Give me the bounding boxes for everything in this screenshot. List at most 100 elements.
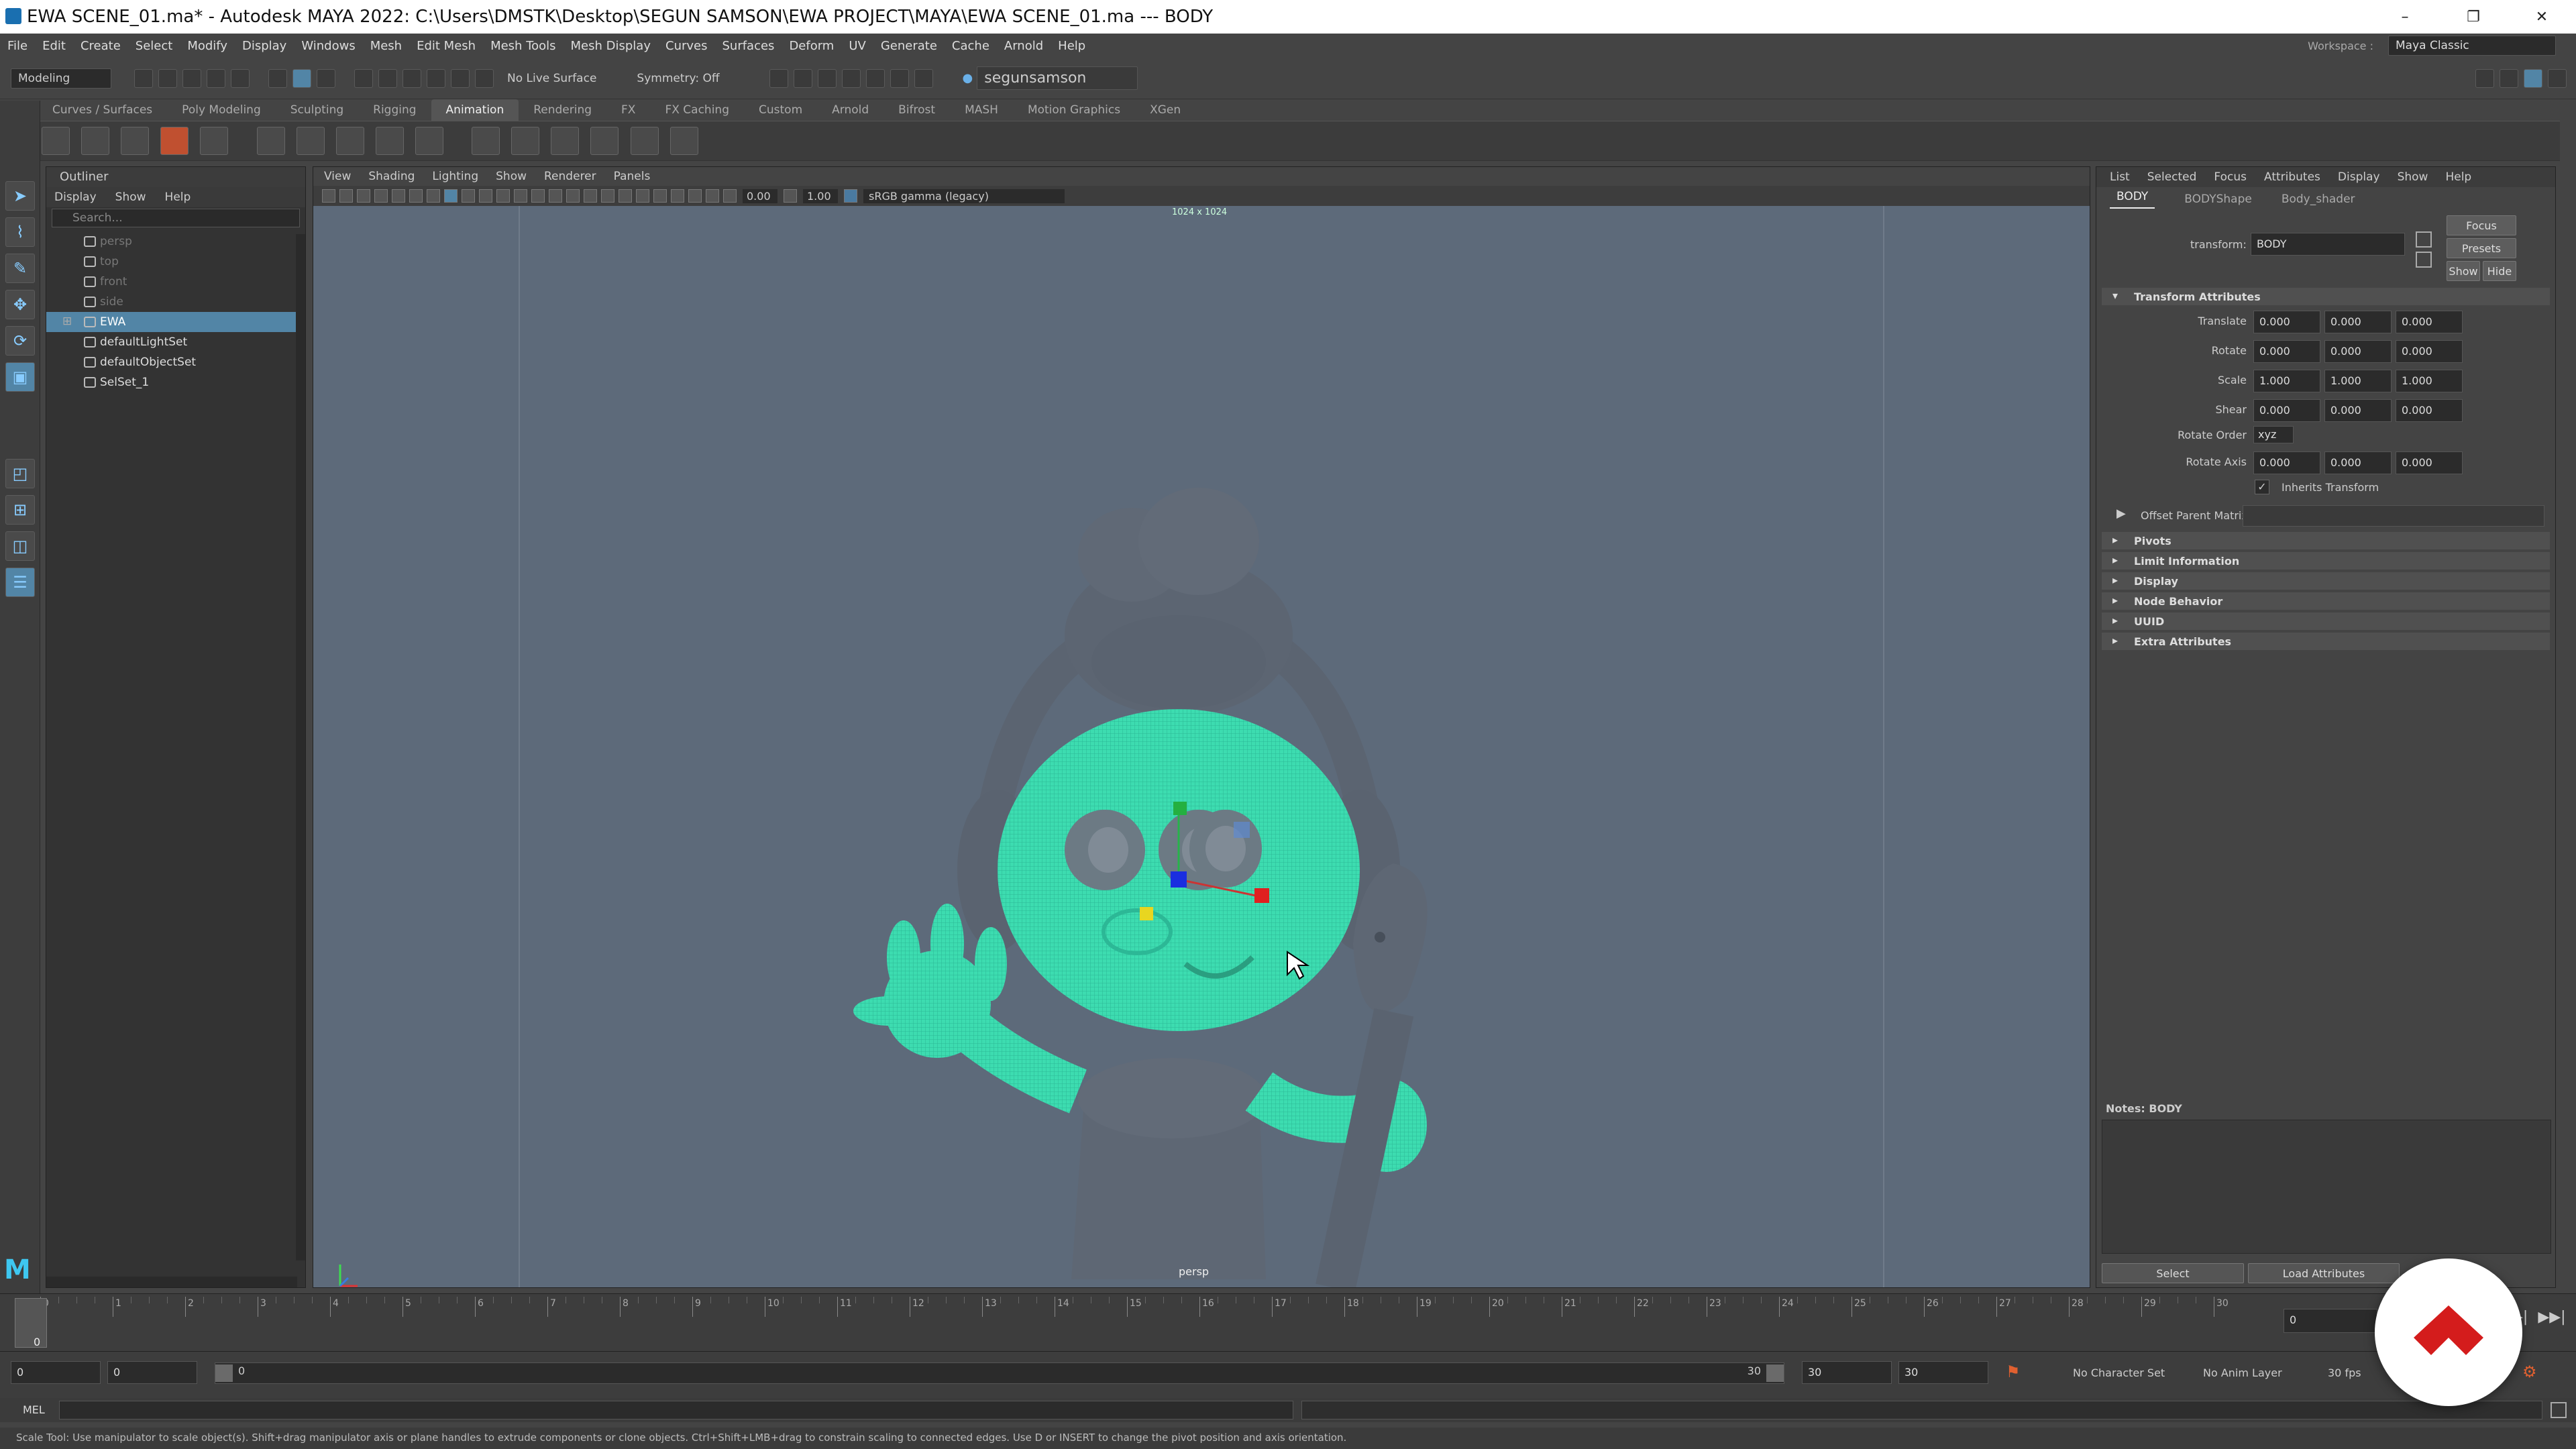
translate-y-field[interactable]: 0.000 bbox=[2324, 311, 2392, 333]
rotate-axis-z-field[interactable]: 0.000 bbox=[2396, 451, 2463, 474]
attr-tab-bodyshape[interactable]: BODYShape bbox=[2184, 193, 2252, 206]
rotate-order-dropdown[interactable]: xyz bbox=[2253, 426, 2294, 443]
new-scene-icon[interactable] bbox=[134, 68, 153, 88]
shelf-editor-icon[interactable] bbox=[42, 127, 70, 155]
menu-surfaces[interactable]: Surfaces bbox=[722, 39, 774, 53]
auto-key-icon[interactable]: ⚑ bbox=[2006, 1362, 2021, 1381]
outliner-item[interactable]: persp bbox=[46, 231, 305, 252]
joint-tool-icon[interactable] bbox=[256, 127, 285, 155]
menu-generate[interactable]: Generate bbox=[881, 39, 937, 53]
shelf-tab-sculpting[interactable]: Sculpting bbox=[276, 99, 358, 121]
rotate-y-field[interactable]: 0.000 bbox=[2324, 340, 2392, 363]
current-time-indicator[interactable] bbox=[15, 1298, 47, 1348]
viewport-menu-show[interactable]: Show bbox=[496, 170, 527, 183]
go-end-icon[interactable]: ▶▶| bbox=[2538, 1309, 2565, 1326]
menu-help[interactable]: Help bbox=[1058, 39, 1085, 53]
ambient-occlusion-icon[interactable] bbox=[619, 189, 632, 203]
lights-icon[interactable] bbox=[584, 189, 597, 203]
menu-cache[interactable]: Cache bbox=[952, 39, 989, 53]
shelf-tab-mash[interactable]: MASH bbox=[950, 99, 1013, 121]
paint-weights-icon[interactable] bbox=[375, 127, 404, 155]
snap-grid-icon[interactable] bbox=[354, 68, 373, 88]
transform-attributes-section[interactable]: Transform Attributes bbox=[2102, 288, 2550, 305]
shelf-tab-rigging[interactable]: Rigging bbox=[358, 99, 431, 121]
user-account-dropdown[interactable]: segunsamson bbox=[977, 66, 1138, 90]
shelf-tab-curves-surfaces[interactable]: Curves / Surfaces bbox=[38, 99, 167, 121]
render-frame-icon[interactable] bbox=[793, 68, 812, 88]
film-gate-icon[interactable] bbox=[427, 189, 440, 203]
redo-icon[interactable] bbox=[231, 68, 250, 88]
symmetry-dropdown[interactable]: Symmetry: Off bbox=[637, 72, 719, 85]
outliner-menu-show[interactable]: Show bbox=[115, 191, 146, 204]
snap-surface-icon[interactable] bbox=[451, 68, 470, 88]
viewport-panel[interactable]: View Shading Lighting Show Renderer Panels 0.… bbox=[313, 166, 2090, 1288]
translate-x-field[interactable]: 0.000 bbox=[2253, 311, 2320, 333]
end-time-field[interactable]: 30 bbox=[1802, 1361, 1892, 1384]
anim-layer-dropdown[interactable]: No Anim Layer bbox=[2203, 1366, 2282, 1379]
menu-arnold[interactable]: Arnold bbox=[1004, 39, 1043, 53]
attr-section-display[interactable]: Display bbox=[2102, 572, 2550, 590]
exposure-field[interactable]: 0.00 bbox=[743, 189, 777, 203]
expand-toggle-icon[interactable]: ⊞ bbox=[62, 315, 72, 328]
grease-pencil-icon[interactable] bbox=[392, 189, 405, 203]
isolate-select-icon[interactable] bbox=[671, 189, 684, 203]
scale-tool-icon[interactable]: ▣ bbox=[5, 362, 35, 392]
outliner-scrollbar[interactable] bbox=[296, 234, 305, 1260]
range-start-handle[interactable] bbox=[215, 1364, 233, 1382]
grid-icon[interactable] bbox=[409, 189, 423, 203]
focus-node-icon[interactable] bbox=[2416, 231, 2432, 248]
tool-settings-icon[interactable] bbox=[2548, 68, 2567, 88]
two-view-icon[interactable]: ◫ bbox=[5, 531, 35, 561]
shelf-tab-fx-caching[interactable]: FX Caching bbox=[650, 99, 744, 121]
constraint-point-icon[interactable] bbox=[511, 127, 540, 155]
exposure-icon[interactable] bbox=[723, 189, 737, 203]
shelf-tab-custom[interactable]: Custom bbox=[744, 99, 817, 121]
wireframe-on-shaded-icon[interactable] bbox=[549, 189, 562, 203]
camera-attributes-icon[interactable] bbox=[322, 189, 335, 203]
arnold-render-icon[interactable] bbox=[890, 68, 909, 88]
textured-icon[interactable] bbox=[566, 189, 580, 203]
live-surface-label[interactable]: No Live Surface bbox=[507, 72, 596, 85]
menu-file[interactable]: File bbox=[7, 39, 28, 53]
presets-button[interactable]: Presets bbox=[2447, 238, 2516, 258]
set-key-icon[interactable] bbox=[160, 127, 189, 155]
shadows-icon[interactable] bbox=[601, 189, 614, 203]
menu-display[interactable]: Display bbox=[242, 39, 286, 53]
maximize-button[interactable]: ❐ bbox=[2439, 0, 2508, 34]
character-model[interactable] bbox=[313, 206, 2090, 1288]
outliner-item[interactable]: side bbox=[46, 292, 305, 312]
attr-menu-display[interactable]: Display bbox=[2338, 170, 2380, 184]
menu-create[interactable]: Create bbox=[80, 39, 121, 53]
show-button[interactable]: Show bbox=[2447, 261, 2480, 281]
keyframe-icon[interactable] bbox=[200, 127, 229, 155]
inherits-transform-checkbox[interactable]: ✓ bbox=[2255, 480, 2269, 494]
attr-section-extra-attributes[interactable]: Extra Attributes bbox=[2102, 633, 2550, 650]
dope-sheet-icon[interactable] bbox=[121, 127, 150, 155]
color-management-icon[interactable] bbox=[844, 189, 857, 203]
bind-skin-icon[interactable] bbox=[335, 127, 364, 155]
2d-pan-icon[interactable] bbox=[374, 189, 388, 203]
move-tool-icon[interactable]: ✥ bbox=[5, 290, 35, 319]
safe-action-icon[interactable] bbox=[496, 189, 510, 203]
offset-parent-matrix-field[interactable] bbox=[2243, 505, 2544, 527]
channel-box-icon[interactable] bbox=[2500, 68, 2518, 88]
expand-icon[interactable]: ▶ bbox=[2116, 506, 2126, 521]
viewport-menu-lighting[interactable]: Lighting bbox=[432, 170, 478, 183]
attr-section-node-behavior[interactable]: Node Behavior bbox=[2102, 592, 2550, 610]
translate-z-field[interactable]: 0.000 bbox=[2396, 311, 2463, 333]
render-settings-icon[interactable] bbox=[841, 68, 861, 88]
field-chart-icon[interactable] bbox=[479, 189, 492, 203]
modeling-toolkit-icon[interactable] bbox=[2475, 68, 2494, 88]
focus-button[interactable]: Focus bbox=[2447, 215, 2516, 235]
rotate-tool-icon[interactable]: ⟳ bbox=[5, 326, 35, 356]
menu-modify[interactable]: Modify bbox=[187, 39, 227, 53]
scale-z-field[interactable]: 1.000 bbox=[2396, 370, 2463, 392]
outliner-item[interactable]: defaultObjectSet bbox=[46, 352, 305, 372]
notes-field[interactable] bbox=[2102, 1120, 2551, 1254]
shear-x-field[interactable]: 0.000 bbox=[2253, 399, 2320, 422]
motion-blur-icon[interactable] bbox=[636, 189, 649, 203]
undo-icon[interactable] bbox=[207, 68, 225, 88]
viewport-menu-panels[interactable]: Panels bbox=[614, 170, 651, 183]
minimize-button[interactable]: – bbox=[2371, 0, 2439, 34]
attr-menu-list[interactable]: List bbox=[2110, 170, 2130, 184]
